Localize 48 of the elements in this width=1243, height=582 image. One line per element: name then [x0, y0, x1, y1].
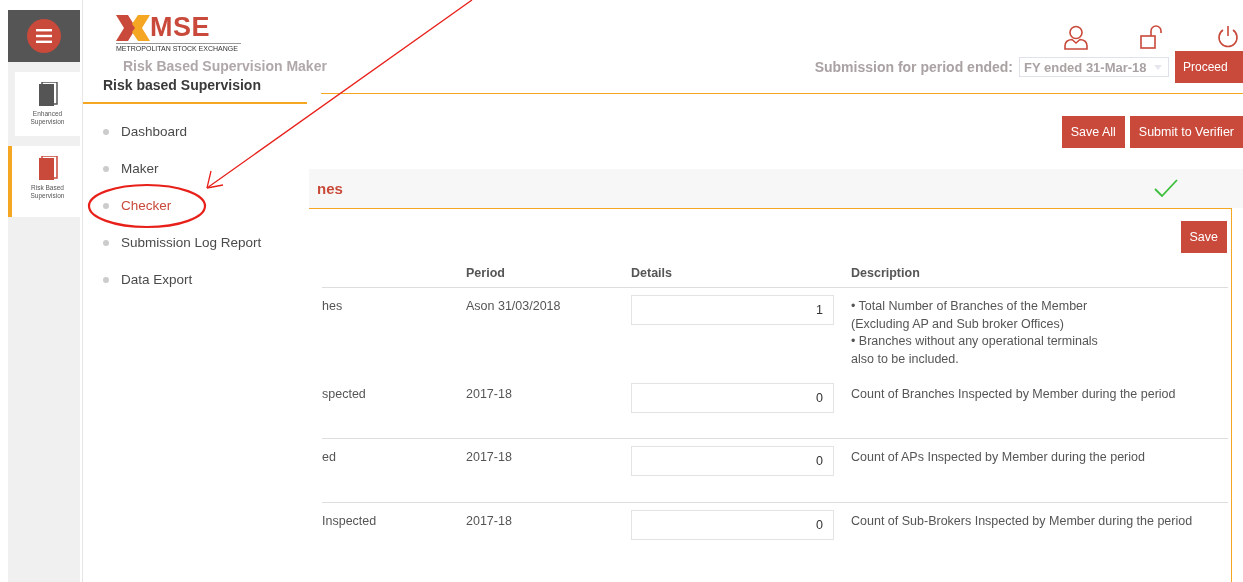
column-header: Details: [631, 266, 672, 280]
menu-item[interactable]: Checker: [121, 198, 172, 213]
book-icon: [37, 82, 58, 106]
bullet-icon: [103, 239, 109, 246]
table-cell: Inspected: [322, 514, 377, 528]
table-cell: Ason 31/03/2018: [466, 299, 561, 313]
bullet-icon: [103, 202, 109, 209]
unlock-icon[interactable]: [1139, 24, 1165, 50]
table-cell: 2017-18: [466, 387, 512, 401]
description-text: Count of APs Inspected by Member during the period: [851, 449, 1146, 466]
section-title: nes: [317, 179, 343, 197]
save-button[interactable]: Save: [1180, 221, 1227, 253]
description-text: Count of Sub-Brokers Inspected by Member during the period: [851, 513, 1194, 530]
details-field[interactable]: 1: [631, 295, 834, 325]
menu-item[interactable]: Data Export: [121, 272, 193, 287]
proceed-button[interactable]: Proceed: [1175, 51, 1243, 83]
details-field[interactable]: 0: [631, 510, 834, 540]
power-icon[interactable]: [1215, 24, 1241, 50]
table-cell: 2017-18: [466, 514, 512, 528]
column-header: Period: [466, 266, 505, 280]
menu-item[interactable]: Submission Log Report: [121, 235, 262, 250]
menu-button[interactable]: [27, 19, 61, 53]
details-field[interactable]: 0: [631, 383, 834, 413]
details-field[interactable]: 0: [631, 446, 834, 476]
menu-item[interactable]: Dashboard: [121, 124, 188, 139]
action-button[interactable]: Save All: [1061, 115, 1125, 148]
table-cell: hes: [322, 299, 343, 313]
action-button[interactable]: Submit to Verifier: [1129, 115, 1243, 148]
table-cell: ed: [322, 450, 336, 464]
bullet-icon: [103, 165, 109, 172]
menu-icon: [36, 29, 52, 43]
period-label: Submission for period ended:: [814, 59, 1013, 75]
column-header: Description: [851, 266, 920, 280]
bullet-icon: [103, 128, 109, 135]
menu-item[interactable]: Maker: [121, 161, 159, 176]
caret-icon: [1154, 64, 1162, 70]
table-cell: spected: [322, 387, 366, 401]
logo-text: MSE: [150, 14, 210, 41]
bullet-icon: [103, 276, 109, 283]
description-text: Count of Branches Inspected by Member during the period: [851, 386, 1177, 403]
book-icon: [37, 156, 58, 180]
description-text: • Total Number of Branches of the Member (Excluding AP and Sub broker Offices) • Branches without any operational terminals also to be included.: [851, 298, 1099, 368]
user-icon[interactable]: [1063, 24, 1089, 50]
logo-mark-icon: [116, 14, 150, 41]
table-cell: 2017-18: [466, 450, 512, 464]
menu-heading: Risk based Supervision: [83, 77, 307, 104]
section-header[interactable]: nes: [309, 168, 1243, 208]
page-title: Risk Based Supervision Maker: [123, 58, 327, 74]
